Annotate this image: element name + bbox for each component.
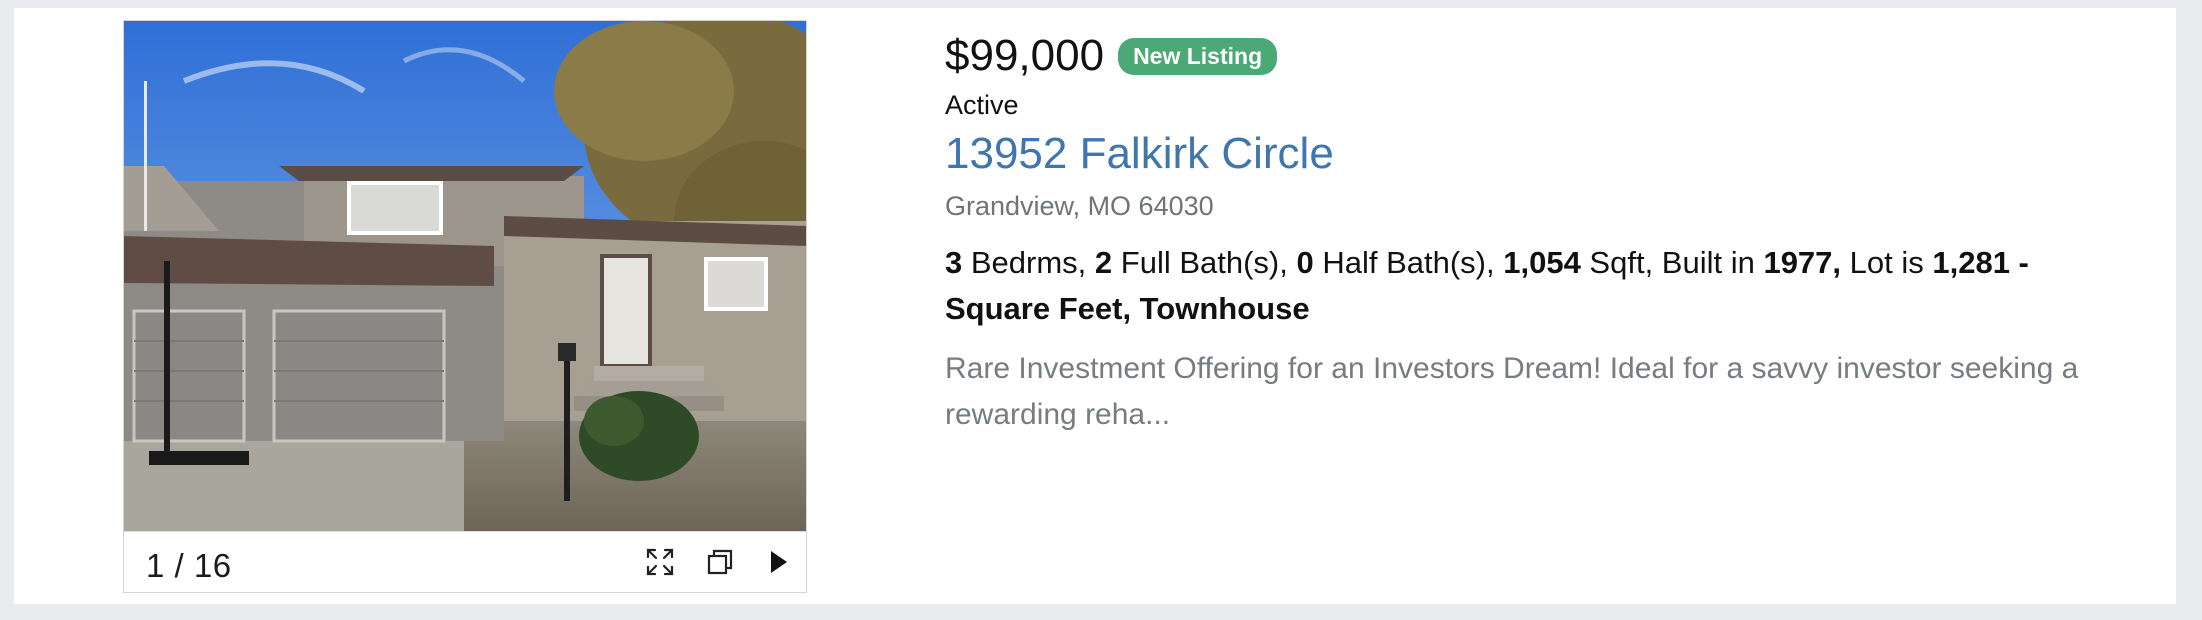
listing-card: 1 / 16 $99,000 New Listing Active 13952 … bbox=[14, 8, 2176, 604]
year-built: 1977, bbox=[1763, 245, 1842, 280]
listing-price: $99,000 bbox=[945, 31, 1105, 80]
half-baths-label: Half Bath(s), bbox=[1313, 245, 1504, 280]
listing-photo[interactable] bbox=[124, 21, 806, 531]
listing-details: 3 Bedrms, 2 Full Bath(s), 0 Half Bath(s)… bbox=[945, 240, 2115, 332]
full-baths-count: 2 bbox=[1094, 245, 1113, 280]
copy-icon[interactable] bbox=[702, 544, 738, 580]
listing-description: Rare Investment Offering for an Investor… bbox=[945, 352, 2079, 431]
half-baths-count: 0 bbox=[1296, 245, 1314, 280]
listing-info: $99,000 New Listing Active 13952 Falkirk… bbox=[945, 26, 2155, 438]
price-row: $99,000 New Listing bbox=[945, 26, 2155, 86]
beds-count: 3 bbox=[945, 245, 963, 280]
beds-label: Bedrms, bbox=[962, 245, 1095, 280]
photo-gallery: 1 / 16 bbox=[123, 20, 807, 593]
full-baths-label: Full Bath(s), bbox=[1112, 245, 1297, 280]
expand-icon[interactable] bbox=[642, 544, 678, 580]
listing-city-line: Grandview, MO 64030 bbox=[945, 191, 1214, 221]
sqft-label: Sqft, Built in bbox=[1580, 245, 1764, 280]
gallery-toolbar: 1 / 16 bbox=[124, 531, 806, 592]
photo-counter: 1 / 16 bbox=[146, 547, 232, 584]
lot-label: Lot is bbox=[1841, 245, 1933, 280]
play-next-icon[interactable] bbox=[760, 544, 796, 580]
sqft-value: 1,054 bbox=[1503, 245, 1581, 280]
listing-address-link[interactable]: 13952 Falkirk Circle bbox=[945, 129, 1334, 179]
listing-status: Active bbox=[945, 90, 1019, 120]
new-listing-badge: New Listing bbox=[1118, 37, 1278, 75]
